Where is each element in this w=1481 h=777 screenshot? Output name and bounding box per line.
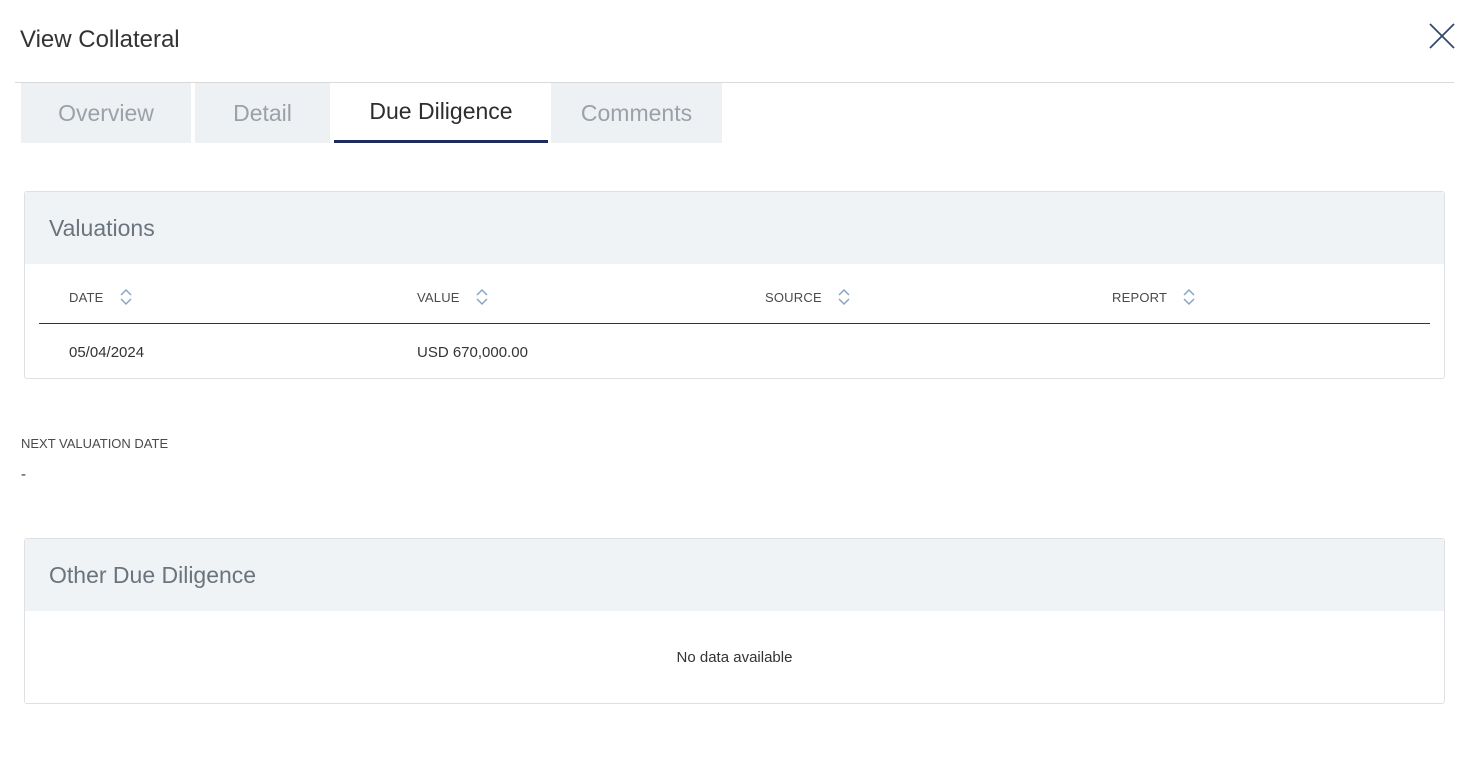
tab-due-diligence[interactable]: Due Diligence xyxy=(334,83,548,143)
tab-overview[interactable]: Overview xyxy=(21,83,191,143)
column-header-date[interactable]: DATE xyxy=(69,288,132,306)
close-button[interactable] xyxy=(1428,22,1456,50)
cell-date: 05/04/2024 xyxy=(69,344,145,361)
view-collateral-dialog: View Collateral Overview Detail Due Dili… xyxy=(0,0,1481,777)
valuations-table: DATE VALUE SOURCE REPORT 05/04/2024 USD … xyxy=(39,264,1430,378)
column-label: DATE xyxy=(69,289,104,305)
sort-icon xyxy=(119,288,132,306)
sort-icon xyxy=(476,288,488,306)
dialog-title: View Collateral xyxy=(20,26,180,53)
column-label: REPORT xyxy=(1112,289,1168,305)
next-valuation-date-label: NEXT VALUATION DATE xyxy=(21,436,169,451)
valuations-panel-header: Valuations xyxy=(25,192,1444,264)
dialog-header: View Collateral xyxy=(15,0,1456,83)
valuations-title: Valuations xyxy=(49,214,155,241)
column-label: SOURCE xyxy=(765,289,822,305)
next-valuation-date-value: - xyxy=(21,466,26,483)
table-row[interactable]: 05/04/2024 USD 670,000.00 xyxy=(39,324,1430,378)
column-label: VALUE xyxy=(417,289,460,305)
other-due-diligence-header: Other Due Diligence xyxy=(25,539,1444,611)
tab-detail[interactable]: Detail xyxy=(195,83,330,143)
other-due-diligence-title: Other Due Diligence xyxy=(49,561,257,588)
column-header-source[interactable]: SOURCE xyxy=(765,288,850,306)
column-header-report[interactable]: REPORT xyxy=(1112,288,1195,306)
cell-value: USD 670,000.00 xyxy=(417,344,528,361)
table-header: DATE VALUE SOURCE REPORT xyxy=(39,264,1430,324)
valuations-panel: Valuations DATE VALUE SOURCE REPORT 05/0… xyxy=(24,191,1445,379)
close-icon xyxy=(1429,23,1455,49)
empty-state-message: No data available xyxy=(676,648,793,666)
tab-comments[interactable]: Comments xyxy=(551,83,722,143)
column-header-value[interactable]: VALUE xyxy=(417,288,488,306)
sort-icon xyxy=(1183,288,1195,306)
other-due-diligence-panel: Other Due Diligence No data available xyxy=(24,538,1445,704)
sort-icon xyxy=(838,288,850,306)
